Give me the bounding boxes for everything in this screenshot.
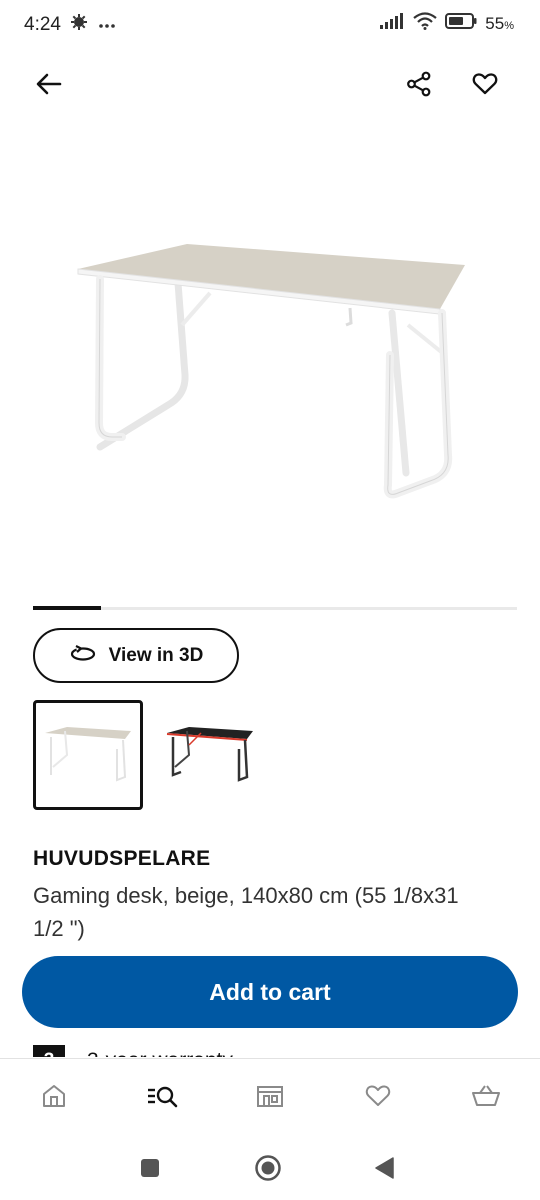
search-icon (146, 1084, 178, 1113)
app-bar (0, 60, 540, 112)
status-right: 55% (379, 12, 514, 35)
system-back-button[interactable] (362, 1148, 406, 1192)
nav-favorites[interactable] (354, 1078, 402, 1118)
view-in-3d-label: View in 3D (108, 644, 204, 666)
add-to-cart-button[interactable]: Add to cart (22, 956, 518, 1028)
cart-icon (471, 1084, 501, 1113)
status-left-icons (70, 13, 116, 36)
product-name: HUVUDSPELARE (33, 847, 211, 870)
beige-desk-thumbnail (45, 727, 131, 782)
wifi-icon (413, 12, 437, 35)
recents-square-icon (139, 1157, 161, 1184)
status-bar: 4:24 55% (0, 0, 540, 52)
favorite-button[interactable] (463, 64, 507, 108)
home-icon (41, 1084, 67, 1113)
share-icon (406, 71, 432, 102)
gallery-progress-fill (33, 606, 101, 610)
warranty-row-clip: 3 3-year warranty (33, 1043, 517, 1057)
nav-cart[interactable] (462, 1078, 510, 1118)
desk-illustration (77, 244, 465, 499)
more-dots-icon (98, 16, 116, 34)
system-recents-button[interactable] (128, 1148, 172, 1192)
share-button[interactable] (397, 64, 441, 108)
bottom-nav (0, 1070, 540, 1126)
battery-percent: 55 (485, 13, 505, 33)
product-description: Gaming desk, beige, 140x80 cm (55 1/8x31… (33, 883, 459, 941)
product-main-image[interactable] (60, 225, 480, 515)
back-button[interactable] (27, 64, 71, 108)
black-desk-thumbnail (166, 727, 253, 782)
system-nav-bar (0, 1140, 540, 1196)
warranty-row[interactable]: 3 3-year warranty (33, 1045, 233, 1057)
nav-search[interactable] (138, 1078, 186, 1118)
bottom-nav-divider (0, 1058, 540, 1059)
warranty-text: 3-year warranty (87, 1049, 233, 1057)
nav-store[interactable] (246, 1078, 294, 1118)
battery-unit: % (504, 19, 514, 32)
gallery-progress-track (33, 607, 517, 610)
system-home-button[interactable] (246, 1148, 290, 1192)
store-icon (256, 1084, 284, 1113)
signal-icon (379, 13, 405, 34)
back-triangle-icon (373, 1156, 395, 1185)
back-arrow-icon (36, 73, 62, 100)
rotate-3d-icon (69, 644, 97, 667)
favorite-heart-icon (472, 72, 498, 101)
status-time: 4:24 (24, 14, 61, 35)
favorites-icon (365, 1084, 391, 1113)
settings-gear-icon (70, 13, 88, 36)
battery-icon (445, 12, 477, 35)
variant-thumb-black[interactable] (155, 700, 265, 810)
variant-thumb-beige[interactable] (33, 700, 143, 810)
warranty-badge: 3 (33, 1045, 65, 1057)
home-circle-icon (254, 1154, 282, 1187)
nav-home[interactable] (30, 1078, 78, 1118)
view-in-3d-button[interactable]: View in 3D (33, 628, 239, 683)
